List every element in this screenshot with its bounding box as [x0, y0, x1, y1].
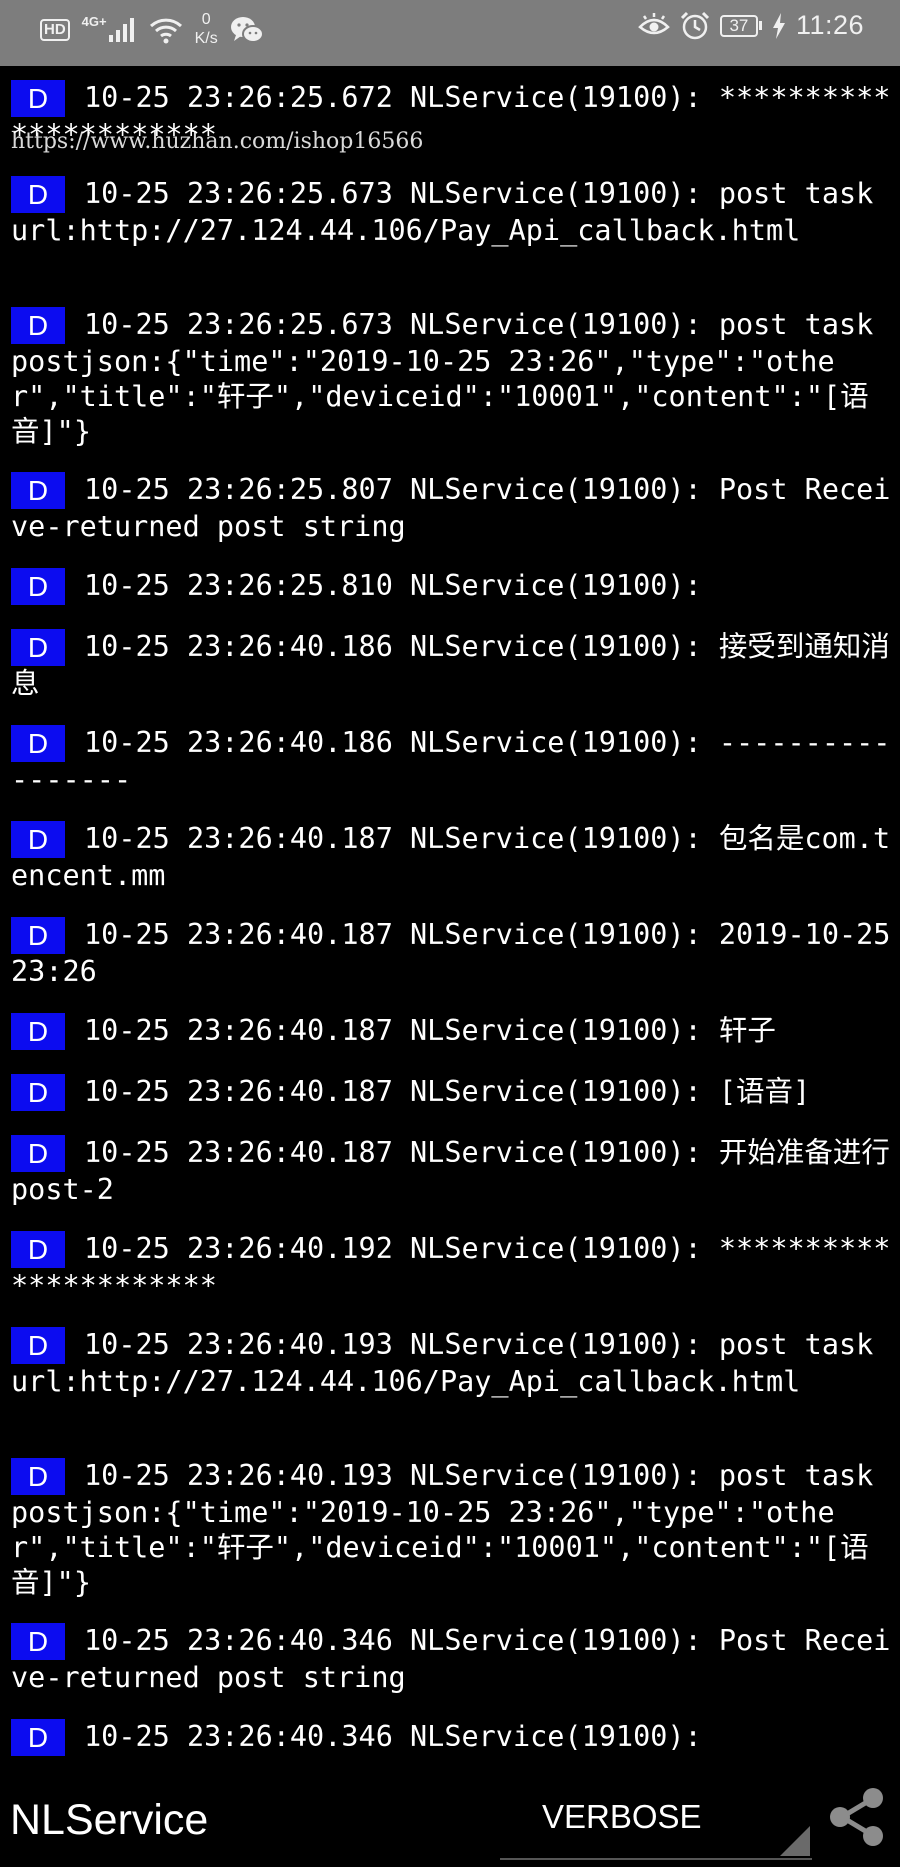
log-message: 10-25 23:26:40.187 NLService(19100): [语音… — [84, 1075, 811, 1108]
log-level-badge: D — [11, 307, 65, 344]
log-message: 10-25 23:26:40.346 NLService(19100): — [84, 1720, 702, 1753]
alarm-icon — [680, 11, 709, 39]
battery-tip — [758, 21, 762, 30]
log-level-badge: D — [11, 1623, 65, 1660]
clock: 11:26 — [795, 10, 864, 40]
log-level-badge: D — [11, 176, 65, 213]
battery-icon: 37 — [719, 14, 762, 37]
share-icon[interactable] — [826, 1786, 888, 1848]
log-entry[interactable]: D 10-25 23:26:25.673 NLService(19100): po… — [11, 176, 891, 248]
log-entry[interactable]: D 10-25 23:26:40.187 NLService(19100): 轩子 — [11, 1013, 891, 1050]
log-message: 10-25 23:26:25.672 NLService(19100): ***… — [11, 81, 891, 151]
log-message: 10-25 23:26:40.193 NLService(19100): pos… — [11, 1459, 891, 1599]
log-level-badge: D — [11, 80, 65, 117]
network-type-label: 4G+ — [81, 14, 107, 29]
log-level-dropdown[interactable]: VERBOSE — [500, 1786, 812, 1860]
log-entry[interactable]: D 10-25 23:26:25.672 NLService(19100): **… — [11, 80, 891, 154]
log-entry[interactable]: D 10-25 23:26:25.810 NLService(19100): — [11, 568, 891, 605]
log-entry[interactable]: D 10-25 23:26:25.673 NLService(19100): po… — [11, 307, 891, 449]
log-message: 10-25 23:26:40.187 NLService(19100): 包名是… — [11, 822, 891, 892]
tag-filter-input[interactable] — [10, 1793, 490, 1847]
log-level-badge: D — [11, 1013, 65, 1050]
wechat-icon — [230, 17, 264, 43]
log-level-badge: D — [11, 568, 65, 605]
log-level-badge: D — [11, 472, 65, 509]
log-message: 10-25 23:26:25.810 NLService(19100): — [84, 569, 702, 602]
network-speed-unit: K/s — [194, 30, 218, 47]
log-entry[interactable]: D 10-25 23:26:40.346 NLService(19100): — [11, 1719, 891, 1756]
log-entry[interactable]: D 10-25 23:26:40.192 NLService(19100): **… — [11, 1231, 891, 1303]
log-level-badge: D — [11, 1074, 65, 1111]
log-message: 10-25 23:26:40.192 NLService(19100): ***… — [11, 1232, 891, 1302]
cellular-indicator: 4G+ — [82, 14, 137, 42]
status-bar-left: HD 4G+ 0 K/s — [40, 10, 264, 48]
network-speed: 0 K/s — [195, 10, 218, 48]
status-bar-right: 37 11:26 — [638, 10, 864, 41]
log-level-badge: D — [11, 1327, 65, 1364]
log-entry[interactable]: D 10-25 23:26:25.807 NLService(19100): Po… — [11, 472, 891, 544]
network-speed-value: 0 — [201, 11, 211, 28]
log-entry[interactable]: D 10-25 23:26:40.187 NLService(19100): 20… — [11, 917, 891, 989]
log-level-selected: VERBOSE — [542, 1798, 702, 1835]
log-message: 10-25 23:26:40.186 NLService(19100): 接受到… — [11, 630, 890, 700]
log-message: 10-25 23:26:25.673 NLService(19100): pos… — [11, 177, 874, 247]
log-level-badge: D — [11, 725, 65, 762]
log-level-badge: D — [11, 629, 65, 666]
log-message: 10-25 23:26:40.193 NLService(19100): pos… — [11, 1328, 874, 1398]
log-entry[interactable]: D 10-25 23:26:40.187 NLService(19100): 开始… — [11, 1135, 891, 1207]
log-message: 10-25 23:26:25.673 NLService(19100): pos… — [11, 308, 891, 448]
wifi-icon — [149, 18, 182, 44]
log-level-badge: D — [11, 821, 65, 858]
log-entry[interactable]: D 10-25 23:26:40.346 NLService(19100): Po… — [11, 1623, 891, 1695]
eye-comfort-icon — [638, 12, 670, 34]
filter-bar: VERBOSE — [0, 1766, 900, 1867]
log-message: 10-25 23:26:40.187 NLService(19100): 轩子 — [84, 1014, 776, 1047]
log-list[interactable]: D 10-25 23:26:25.672 NLService(19100): **… — [0, 66, 900, 1766]
charging-icon — [772, 12, 785, 39]
log-entry[interactable]: D 10-25 23:26:40.187 NLService(19100): [语… — [11, 1074, 891, 1111]
status-bar: HD 4G+ 0 K/s 37 11:26 — [0, 0, 900, 66]
log-message: 10-25 23:26:40.186 NLService(19100): ---… — [11, 726, 891, 796]
hd-voice-badge: HD — [40, 19, 70, 41]
log-entry[interactable]: D 10-25 23:26:40.193 NLService(19100): po… — [11, 1327, 891, 1399]
battery-level: 37 — [719, 14, 758, 37]
log-entry[interactable]: D 10-25 23:26:40.187 NLService(19100): 包名… — [11, 821, 891, 893]
log-level-badge: D — [11, 917, 65, 954]
log-message: 10-25 23:26:40.187 NLService(19100): 开始准… — [11, 1136, 890, 1206]
dropdown-arrow-icon — [780, 1826, 810, 1856]
log-entry[interactable]: D 10-25 23:26:40.186 NLService(19100): 接受… — [11, 629, 891, 701]
log-entry[interactable]: D 10-25 23:26:40.193 NLService(19100): po… — [11, 1458, 891, 1600]
log-message: 10-25 23:26:25.807 NLService(19100): Pos… — [11, 473, 891, 543]
log-message: 10-25 23:26:40.187 NLService(19100): 201… — [11, 918, 891, 988]
signal-icon — [108, 18, 134, 42]
log-level-badge: D — [11, 1719, 65, 1756]
log-message: 10-25 23:26:40.346 NLService(19100): Pos… — [11, 1624, 891, 1694]
log-level-badge: D — [11, 1135, 65, 1172]
log-entry[interactable]: D 10-25 23:26:40.186 NLService(19100): --… — [11, 725, 891, 797]
log-level-badge: D — [11, 1231, 65, 1268]
log-level-badge: D — [11, 1458, 65, 1495]
